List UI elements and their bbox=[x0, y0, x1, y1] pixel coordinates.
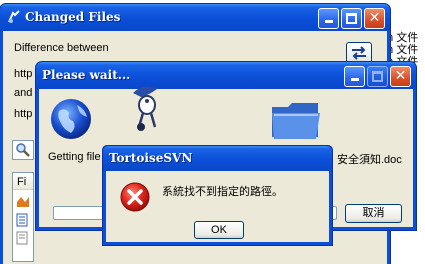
tortoisesvn-client: 系統找不到指定的路徑。 OK bbox=[106, 171, 329, 242]
doc-icon bbox=[16, 213, 29, 230]
maximize-button[interactable] bbox=[341, 8, 362, 29]
minimize-icon bbox=[350, 78, 359, 81]
list-col-header: Fi bbox=[17, 176, 27, 188]
minimize-icon bbox=[324, 20, 333, 23]
tortoisesvn-dialog: TortoiseSVN 系統找不到指定的路徑。 OK bbox=[102, 145, 333, 246]
difference-label: Difference between bbox=[14, 42, 109, 54]
error-message: 系統找不到指定的路徑。 bbox=[162, 185, 283, 198]
close-button[interactable]: ✕ bbox=[364, 8, 385, 29]
doc-icon-2 bbox=[16, 231, 29, 248]
globe-icon bbox=[49, 97, 93, 144]
wait-close-button[interactable]: ✕ bbox=[390, 66, 411, 87]
minimize-button[interactable] bbox=[318, 8, 339, 29]
swap-icon bbox=[352, 46, 366, 60]
wait-maximize-button[interactable] bbox=[367, 66, 388, 87]
cancel-button[interactable]: 取消 bbox=[345, 204, 402, 223]
please-wait-title: Please wait... bbox=[42, 68, 131, 82]
tortoisesvn-title: TortoiseSVN bbox=[109, 151, 193, 165]
file-list[interactable]: Fi bbox=[12, 172, 34, 262]
ok-label: OK bbox=[211, 224, 227, 236]
url-2: http bbox=[14, 108, 33, 120]
getting-file-text-tail: 安全須知.doc bbox=[337, 154, 402, 166]
tortoise-icon bbox=[129, 83, 165, 136]
search-icon bbox=[16, 143, 30, 157]
file-type-icon bbox=[16, 196, 30, 211]
url-1: http bbox=[14, 68, 33, 80]
maximize-icon bbox=[372, 71, 383, 82]
and-label: and bbox=[14, 87, 33, 99]
folder-icon bbox=[270, 99, 322, 144]
ok-button[interactable]: OK bbox=[194, 221, 244, 239]
list-header[interactable]: Fi bbox=[13, 173, 33, 190]
please-wait-titlebar[interactable]: Please wait... ✕ bbox=[36, 62, 416, 89]
app-icon bbox=[7, 10, 21, 24]
error-icon bbox=[120, 182, 150, 215]
maximize-icon bbox=[346, 13, 357, 24]
changed-files-title: Changed Files bbox=[25, 10, 121, 24]
getting-file-text: Getting file h bbox=[48, 151, 110, 163]
filter-box[interactable] bbox=[12, 140, 34, 160]
cancel-label: 取消 bbox=[362, 207, 385, 219]
changed-files-titlebar[interactable]: Changed Files ✕ bbox=[0, 4, 390, 31]
tortoisesvn-titlebar[interactable]: TortoiseSVN bbox=[103, 146, 332, 171]
wait-minimize-button[interactable] bbox=[344, 66, 365, 87]
